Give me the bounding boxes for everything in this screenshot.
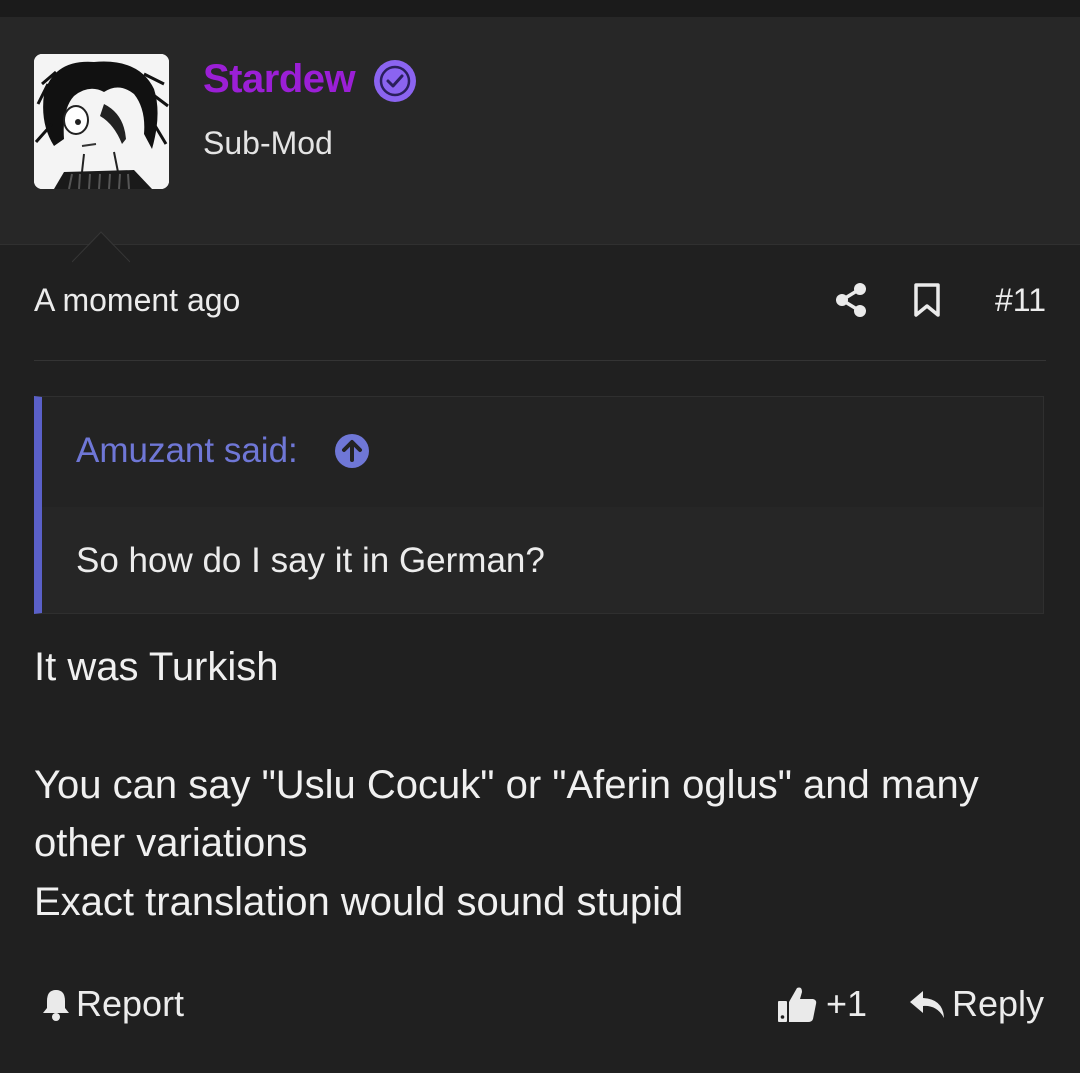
post-number[interactable]: #11 <box>995 282 1046 319</box>
reply-button[interactable]: Reply <box>908 976 1044 1032</box>
message-line: You can say "Uslu Cocuk" or "Aferin oglu… <box>34 763 979 807</box>
quote-block: Amuzant said: So how do I say it in Germ… <box>34 396 1044 614</box>
post-user-header: Stardew Sub-Mod <box>0 17 1080 263</box>
report-button[interactable]: Report <box>40 976 184 1032</box>
forum-post-page: Stardew Sub-Mod A moment ago #11 Amuzant… <box>0 0 1080 1073</box>
username[interactable]: Stardew <box>203 57 356 102</box>
post-actions: Report +1 Reply <box>34 976 1046 1032</box>
message-line: other variations <box>34 821 308 865</box>
top-strip <box>0 0 1080 17</box>
arrow-up-circle-icon[interactable] <box>334 433 370 469</box>
message-line: Exact translation would sound stupid <box>34 880 684 924</box>
bookmark-icon[interactable] <box>912 282 942 318</box>
share-icon[interactable] <box>834 282 868 318</box>
reply-label: Reply <box>951 983 1044 1024</box>
reply-arrow-icon <box>909 991 944 1018</box>
post-meta-row: A moment ago #11 <box>34 276 1046 328</box>
quote-author-link[interactable]: Amuzant said: <box>76 431 298 471</box>
quote-text: So how do I say it in German? <box>76 541 545 580</box>
report-label: Report <box>76 983 185 1024</box>
message-paragraph: It was Turkish <box>34 645 279 689</box>
header-arrow-notch <box>72 231 130 263</box>
thumbs-up-icon <box>778 987 817 1022</box>
like-button[interactable]: +1 <box>776 976 867 1032</box>
bell-icon <box>43 990 69 1021</box>
verified-badge-icon <box>374 60 416 102</box>
post-timestamp[interactable]: A moment ago <box>34 282 240 319</box>
like-count: +1 <box>826 983 868 1024</box>
avatar-drawing <box>34 54 169 189</box>
avatar[interactable] <box>34 54 169 189</box>
user-title: Sub-Mod <box>203 125 333 161</box>
divider <box>34 360 1046 361</box>
